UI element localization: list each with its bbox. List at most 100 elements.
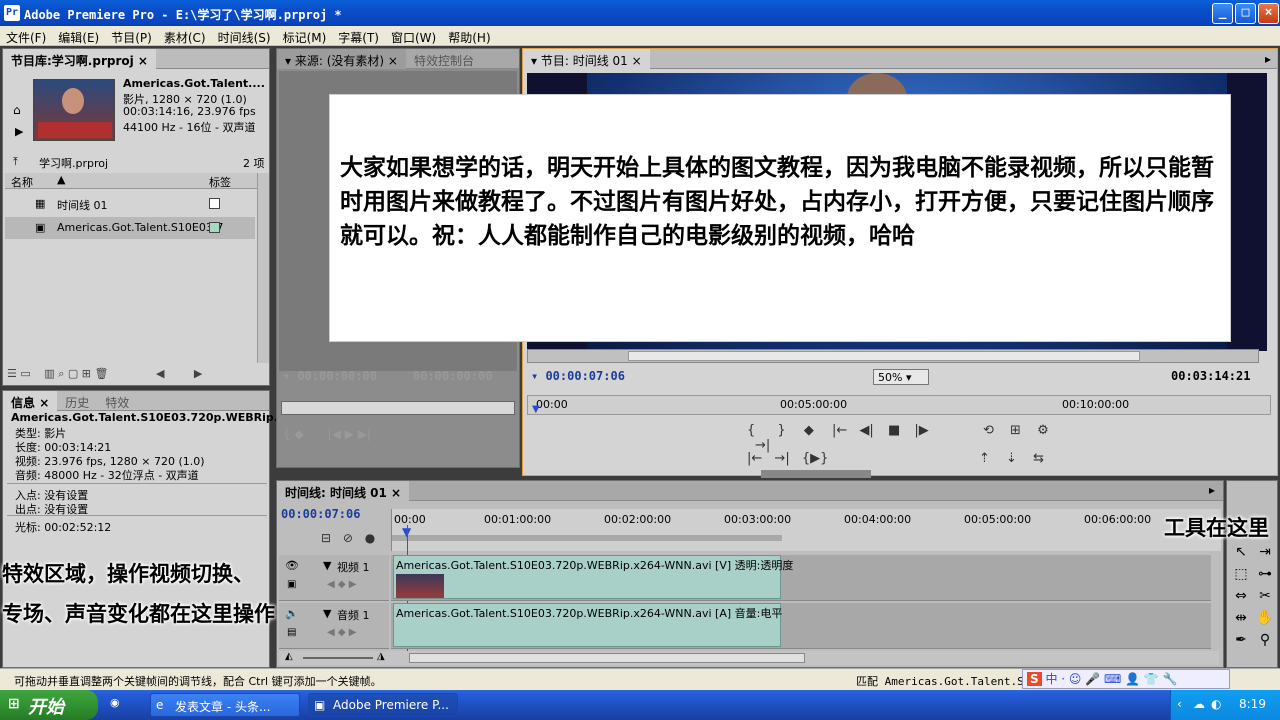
- selection-tool-icon[interactable]: ↖: [1231, 543, 1251, 561]
- video-track-header[interactable]: 👁 ▼ 视频 1 ▣ ◀ ◆ ▶: [279, 555, 389, 601]
- slip-tool-icon[interactable]: ⇹: [1231, 609, 1251, 627]
- play-icon[interactable]: ▶: [15, 125, 23, 138]
- ripple-edit-tool-icon[interactable]: ⬚: [1231, 565, 1251, 583]
- tray-arrow-icon[interactable]: ‹: [1177, 697, 1182, 711]
- network-icon[interactable]: ☁: [1193, 697, 1205, 711]
- jog-shuttle[interactable]: [761, 469, 871, 478]
- taskbar-item-premiere[interactable]: ▣ Adobe Premiere P...: [308, 693, 458, 717]
- display-style-icon[interactable]: ▣: [287, 579, 296, 590]
- zoom-slider[interactable]: [303, 657, 373, 659]
- tab-history[interactable]: 历史: [57, 391, 97, 411]
- snap-icon[interactable]: ⊟: [321, 531, 331, 545]
- minimize-button[interactable]: _: [1212, 3, 1233, 24]
- audio-track-header[interactable]: 🔈 ▼ 音频 1 ▤ ◀ ◆ ▶: [279, 603, 389, 649]
- tab-effects[interactable]: 特效: [97, 391, 137, 411]
- mark-out-icon[interactable]: }: [777, 423, 785, 438]
- camera-icon[interactable]: ⌂: [13, 103, 21, 117]
- taskbar-item-browser[interactable]: e 发表文章 - 头条...: [150, 693, 300, 717]
- speaker-icon[interactable]: 🔈: [285, 607, 299, 620]
- trash-icon[interactable]: 🗑: [94, 367, 108, 380]
- work-area-bar[interactable]: [392, 535, 782, 541]
- column-name[interactable]: 名称: [11, 174, 33, 190]
- scroll-left-icon[interactable]: ◀: [156, 367, 164, 380]
- lift-icon[interactable]: ⇡: [979, 451, 990, 466]
- timeline-ruler[interactable]: 00:00 00:01:00:00 00:02:00:00 00:03:00:0…: [391, 509, 1221, 551]
- pen-tool-icon[interactable]: ✒: [1231, 631, 1251, 649]
- output-icon[interactable]: ⚙: [1037, 423, 1049, 438]
- list-view-icon[interactable]: ☰: [7, 367, 17, 380]
- tab-source[interactable]: ▾ 来源: (没有素材) ×: [277, 49, 406, 69]
- video-clip[interactable]: Americas.Got.Talent.S10E03.720p.WEBRip.x…: [393, 555, 793, 599]
- column-label[interactable]: 标签: [209, 174, 231, 190]
- keyframe-nav-icon[interactable]: ◀ ◆ ▶: [327, 627, 356, 638]
- expand-icon[interactable]: ▼: [323, 559, 331, 572]
- sogou-ime-icon[interactable]: S: [1027, 672, 1042, 686]
- trim-icon[interactable]: ⇆: [1033, 451, 1044, 466]
- scroll-right-icon[interactable]: ▶: [194, 367, 202, 380]
- panel-menu-icon[interactable]: ▸: [1209, 483, 1215, 497]
- audio-track[interactable]: Americas.Got.Talent.S10E03.720p.WEBRip.x…: [391, 603, 1211, 649]
- playhead-icon[interactable]: ▼: [532, 404, 540, 415]
- step-back-icon[interactable]: ◀|: [859, 423, 873, 438]
- scroll-thumb[interactable]: [628, 351, 1140, 361]
- sort-up-icon[interactable]: ▲: [57, 173, 65, 186]
- stop-icon[interactable]: ■: [888, 423, 900, 438]
- zoom-tool-icon[interactable]: ⚲: [1255, 631, 1275, 649]
- ime-mode-icon[interactable]: 中 · ☺ 🎤 ⌨ 👤 👕 🔧: [1045, 672, 1177, 686]
- goto-next-edit-icon[interactable]: →|: [774, 451, 789, 466]
- automate-icon[interactable]: ▥: [44, 367, 54, 380]
- step-back-icon[interactable]: |◀: [328, 427, 341, 441]
- tab-project[interactable]: 节目库:学习啊.prproj ×: [3, 49, 156, 69]
- expand-icon[interactable]: ▼: [323, 607, 331, 620]
- tab-program[interactable]: ▾ 节目: 时间线 01 ×: [523, 49, 650, 69]
- zoom-select[interactable]: 50% ▾: [873, 369, 929, 385]
- safe-margins-icon[interactable]: ⊞: [1010, 423, 1021, 438]
- goto-in-icon[interactable]: |←: [832, 423, 847, 438]
- new-bin-icon[interactable]: ▢: [68, 367, 78, 380]
- list-item[interactable]: ▦ 时间线 01: [5, 193, 255, 215]
- play-in-to-out-icon[interactable]: {▶}: [802, 451, 829, 466]
- hand-tool-icon[interactable]: ✋: [1255, 609, 1275, 627]
- close-icon[interactable]: ×: [138, 54, 148, 68]
- folder-up-icon[interactable]: ⤒: [13, 155, 18, 169]
- loop-icon[interactable]: ⟲: [983, 423, 994, 438]
- set-marker-icon[interactable]: ⊘: [343, 531, 353, 545]
- mark-in-icon[interactable]: {: [747, 423, 755, 438]
- zoom-in-icon[interactable]: ◮: [377, 651, 385, 662]
- keyframe-nav-icon[interactable]: ◀ ◆ ▶: [327, 579, 356, 590]
- play-icon[interactable]: ▶: [345, 427, 354, 441]
- program-hscrollbar[interactable]: [527, 349, 1259, 363]
- quicklaunch-icon[interactable]: ◉: [110, 696, 130, 714]
- extract-icon[interactable]: ⇣: [1006, 451, 1017, 466]
- new-item-icon[interactable]: ⊞: [82, 367, 91, 380]
- mark-in-icon[interactable]: {: [283, 427, 291, 441]
- volume-icon[interactable]: ◐: [1211, 697, 1221, 711]
- maximize-button[interactable]: □: [1235, 3, 1256, 24]
- tab-info[interactable]: 信息 ×: [3, 391, 58, 411]
- step-forward-icon[interactable]: |▶: [914, 423, 928, 438]
- timeline-hscroll-thumb[interactable]: [409, 653, 805, 663]
- close-button[interactable]: ×: [1258, 3, 1279, 24]
- program-ruler[interactable]: 00:00 00:05:00:00 00:10:00:00 ▼: [527, 395, 1271, 415]
- track-select-tool-icon[interactable]: ⇥: [1255, 543, 1275, 561]
- video-track[interactable]: Americas.Got.Talent.S10E03.720p.WEBRip.x…: [391, 555, 1211, 601]
- find-icon[interactable]: ⌕: [58, 367, 64, 380]
- marker-icon[interactable]: ◆: [294, 427, 303, 441]
- step-forward-icon[interactable]: ▶|: [358, 427, 371, 441]
- rate-stretch-tool-icon[interactable]: ⇔: [1231, 587, 1251, 605]
- source-scrubber[interactable]: [281, 401, 515, 415]
- add-marker-icon[interactable]: ●: [365, 531, 375, 545]
- goto-previous-edit-icon[interactable]: |←: [747, 451, 762, 466]
- clock[interactable]: 8:19: [1239, 697, 1266, 711]
- panel-menu-icon[interactable]: ▸: [1265, 52, 1271, 66]
- razor-tool-icon[interactable]: ✂: [1255, 587, 1275, 605]
- list-item[interactable]: ▣ Americas.Got.Talent.S10E03.7: [5, 217, 255, 239]
- rolling-edit-tool-icon[interactable]: ⊶: [1255, 565, 1275, 583]
- start-button[interactable]: ⊞ 开始: [0, 690, 98, 720]
- eye-icon[interactable]: 👁: [285, 559, 299, 572]
- zoom-out-icon[interactable]: ◭: [285, 651, 293, 662]
- audio-clip[interactable]: Americas.Got.Talent.S10E03.720p.WEBRip.x…: [393, 603, 782, 647]
- icon-view-icon[interactable]: ▭: [20, 367, 30, 380]
- marker-icon[interactable]: ◆: [804, 423, 814, 438]
- tab-timeline[interactable]: 时间线: 时间线 01 ×: [277, 481, 410, 501]
